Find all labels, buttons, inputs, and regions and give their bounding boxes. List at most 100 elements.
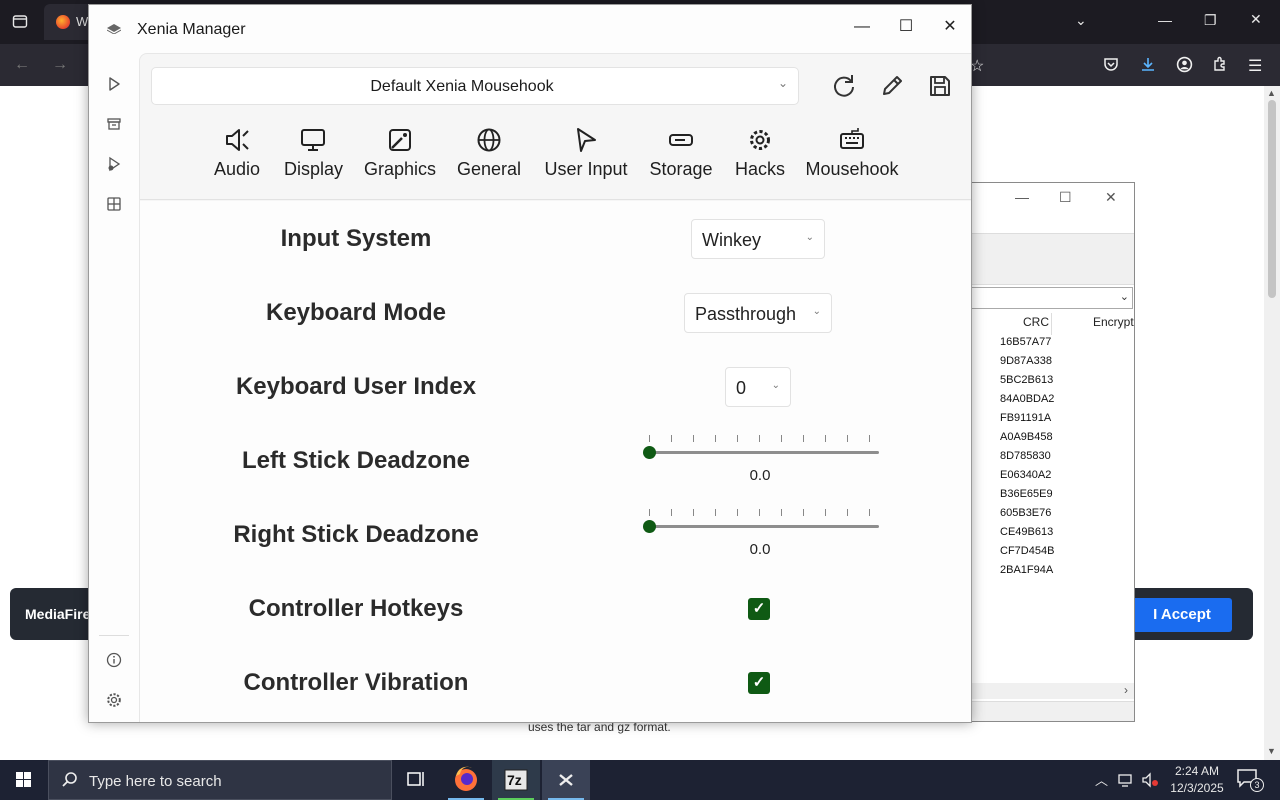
scroll-up-icon[interactable]: ▲ — [1267, 88, 1276, 98]
sevenzip-minimize-icon[interactable]: — — [1015, 189, 1029, 205]
forward-arrow-icon[interactable]: → — [52, 56, 68, 74]
window-title: Xenia Manager — [137, 21, 246, 38]
volume-muted-icon[interactable] — [1141, 772, 1159, 788]
browser-close-icon[interactable]: ✕ — [1250, 11, 1262, 28]
monitor-icon — [301, 129, 325, 151]
sevenzip-maximize-icon[interactable]: ☐ — [1059, 189, 1072, 206]
hamburger-menu-icon[interactable]: ☰ — [1248, 56, 1262, 76]
play-settings-icon[interactable] — [105, 155, 123, 173]
minimize-icon[interactable]: — — [848, 13, 876, 41]
tab-general[interactable]: General — [457, 126, 521, 192]
notification-center-button[interactable]: 3 — [1236, 768, 1266, 792]
network-icon[interactable] — [1118, 772, 1136, 788]
account-icon[interactable] — [1176, 56, 1193, 78]
task-view-button[interactable] — [392, 760, 440, 800]
scrollbar-thumb[interactable] — [1268, 100, 1276, 298]
system-clock[interactable]: 2:24 AM 12/3/2025 — [1164, 763, 1230, 797]
chevron-down-icon: ⌄ — [777, 76, 788, 90]
setting-label: Left Stick Deadzone — [241, 447, 471, 474]
slider-track[interactable] — [649, 451, 879, 454]
slider-value: 0.0 — [749, 467, 771, 484]
slider-thumb[interactable] — [643, 446, 656, 459]
crc-cell[interactable]: CE49B613 — [1000, 526, 1053, 545]
right-stick-deadzone-slider[interactable] — [643, 509, 881, 537]
settings-gear-icon[interactable] — [105, 691, 123, 709]
crc-cell[interactable]: 84A0BDA2 — [1000, 393, 1054, 412]
browser-minimize-icon[interactable]: — — [1158, 12, 1172, 28]
tab-display[interactable]: Display — [284, 126, 343, 192]
info-icon[interactable] — [105, 651, 123, 669]
column-header-encrypted[interactable]: Encrypt — [1093, 315, 1134, 335]
maximize-icon[interactable]: ☐ — [892, 13, 920, 41]
slider-track[interactable] — [649, 525, 879, 528]
tab-label: Storage — [649, 159, 713, 179]
speaker-icon — [226, 129, 249, 151]
xenia-manager-window: Xenia Manager — ☐ ✕ Default Xenia Mouseh… — [88, 4, 972, 723]
tab-hacks[interactable]: Hacks — [734, 126, 786, 192]
controller-vibration-checkbox[interactable]: ✓ — [748, 672, 770, 694]
setting-label: Input System — [280, 225, 432, 252]
taskbar-search[interactable]: Type here to search — [48, 760, 392, 800]
crc-cell[interactable]: 16B57A77 — [1000, 336, 1051, 355]
slider-value: 0.0 — [749, 541, 771, 558]
taskbar-7zip[interactable]: 7z — [492, 760, 540, 800]
slider-thumb[interactable] — [643, 520, 656, 533]
tab-storage[interactable]: Storage — [649, 126, 713, 192]
crc-cell[interactable]: 2BA1F94A — [1000, 564, 1053, 583]
pocket-icon[interactable] — [1103, 56, 1119, 77]
image-edit-icon — [389, 129, 411, 151]
firefox-icon — [455, 766, 477, 791]
package-icon[interactable] — [105, 195, 123, 213]
back-arrow-icon[interactable]: ← — [14, 56, 30, 74]
page-scrollbar[interactable]: ▲ ▼ — [1264, 86, 1280, 760]
extensions-icon[interactable] — [1212, 56, 1228, 77]
crc-cell[interactable]: 605B3E76 — [1000, 507, 1051, 526]
tray-chevron-up-icon[interactable]: ︿ — [1095, 770, 1108, 789]
crc-cell[interactable]: CF7D454B — [1000, 545, 1054, 564]
input-system-dropdown[interactable]: Winkey ⌄ — [691, 219, 825, 259]
tab-overview-icon[interactable] — [12, 13, 28, 32]
crc-cell[interactable]: B36E65E9 — [1000, 488, 1053, 507]
tab-label: General — [457, 159, 522, 179]
tab-mousehook[interactable]: Mousehook — [804, 126, 900, 192]
tab-label: Graphics — [364, 159, 437, 179]
drive-icon — [669, 134, 693, 146]
keyboard-mode-dropdown[interactable]: Passthrough ⌄ — [684, 293, 832, 333]
browser-restore-icon[interactable]: ❐ — [1204, 12, 1217, 29]
controller-hotkeys-checkbox[interactable]: ✓ — [748, 598, 770, 620]
tab-audio[interactable]: Audio — [211, 126, 263, 192]
column-header-crc[interactable]: CRC — [1023, 315, 1049, 335]
tab-list-chevron-icon[interactable]: ⌄ — [1075, 12, 1087, 29]
downloads-icon[interactable] — [1140, 56, 1156, 77]
edit-pencil-icon[interactable] — [877, 71, 907, 101]
taskbar-xenia[interactable] — [542, 760, 590, 800]
user-input-settings: Input System Winkey ⌄ Keyboard Mode Pass… — [140, 201, 971, 722]
chevron-down-icon[interactable]: ⌄ — [1120, 290, 1129, 303]
category-tabs: Audio Display Graphics General User Inpu… — [140, 118, 971, 200]
crc-cell[interactable]: A0A9B458 — [1000, 431, 1053, 450]
crc-cell[interactable]: 8D785830 — [1000, 450, 1051, 469]
crc-cell[interactable]: E06340A2 — [1000, 469, 1051, 488]
sevenzip-close-icon[interactable]: ✕ — [1105, 189, 1117, 206]
scroll-down-icon[interactable]: ▼ — [1267, 746, 1276, 756]
tab-graphics[interactable]: Graphics — [364, 126, 436, 192]
tab-user-input[interactable]: User Input — [541, 126, 631, 192]
crc-cell[interactable]: FB91191A — [1000, 412, 1051, 431]
taskbar-firefox[interactable] — [442, 760, 490, 800]
crc-cell[interactable]: 9D87A338 — [1000, 355, 1052, 374]
keyboard-user-index-dropdown[interactable]: 0 ⌄ — [725, 367, 791, 407]
search-placeholder: Type here to search — [89, 773, 222, 790]
save-icon[interactable] — [925, 71, 955, 101]
accept-button[interactable]: I Accept — [1132, 598, 1232, 632]
play-icon[interactable] — [105, 75, 123, 93]
profile-dropdown[interactable]: Default Xenia Mousehook ⌄ — [151, 67, 799, 105]
close-icon[interactable]: ✕ — [936, 13, 964, 41]
bookmark-star-icon[interactable]: ☆ — [970, 56, 984, 76]
scroll-right-icon[interactable]: › — [1124, 683, 1128, 697]
left-stick-deadzone-slider[interactable] — [643, 435, 881, 463]
start-button[interactable] — [0, 760, 48, 800]
refresh-icon[interactable] — [829, 71, 859, 101]
column-divider[interactable] — [1051, 313, 1052, 335]
archive-icon[interactable] — [105, 115, 123, 133]
crc-cell[interactable]: 5BC2B613 — [1000, 374, 1053, 393]
